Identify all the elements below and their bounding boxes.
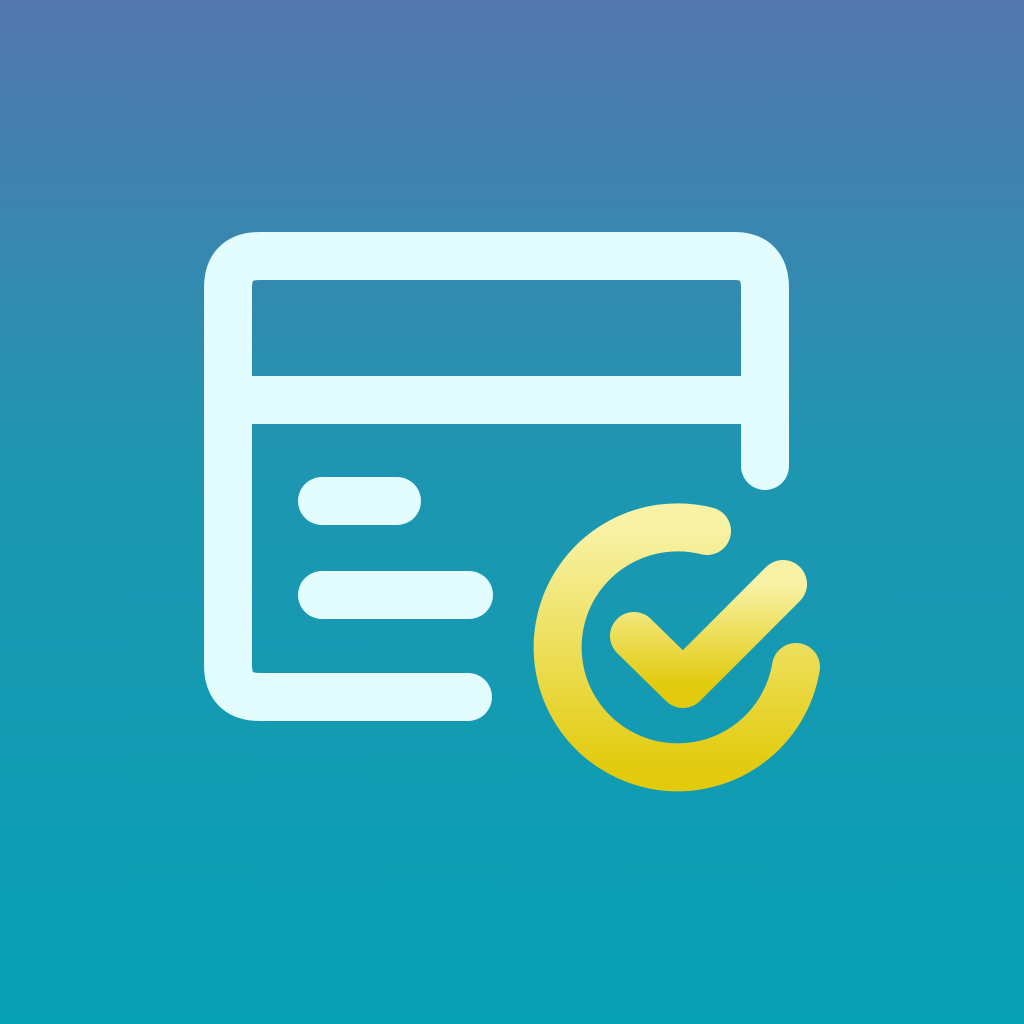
background (0, 0, 1024, 1024)
card-verified-icon (0, 0, 1024, 1024)
app-icon (0, 0, 1024, 1024)
